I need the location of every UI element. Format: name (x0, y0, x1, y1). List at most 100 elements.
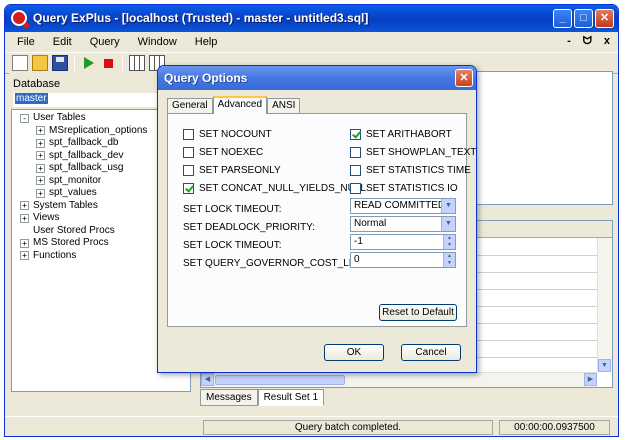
expand-icon[interactable]: + (36, 138, 45, 148)
menu-edit[interactable]: Edit (44, 34, 81, 50)
status-elapsed-time: 00:00:00.0937500 (499, 420, 610, 435)
menu-query[interactable]: Query (81, 34, 129, 50)
tree-item-label: User Stored Procs (33, 224, 115, 236)
menu-window[interactable]: Window (129, 34, 186, 50)
scroll-down-icon[interactable]: ▼ (598, 359, 611, 372)
set-arithabort-checkbox[interactable] (350, 129, 361, 140)
tree-item-label: spt_fallback_dev (49, 149, 124, 161)
deadlock-priority-select[interactable]: Normal ▼ (350, 216, 456, 232)
set-nocount-option[interactable]: SET NOCOUNT (183, 128, 272, 141)
ok-button[interactable]: OK (324, 344, 384, 361)
menu-help[interactable]: Help (186, 34, 227, 50)
expand-icon[interactable]: + (36, 188, 45, 198)
chevron-down-icon[interactable]: ▼ (441, 217, 455, 231)
dialog-tabs: General Advanced ANSI (167, 96, 301, 114)
tree-item-label: spt_fallback_db (49, 137, 119, 148)
dialog-title: Query Options (164, 71, 248, 85)
cancel-button[interactable]: Cancel (401, 344, 461, 361)
spin-buttons[interactable]: ▲ ▼ (443, 253, 455, 267)
query-governor-label: SET QUERY_GOVERNOR_COST_LIMIT: (183, 258, 371, 269)
grid-results-icon[interactable] (129, 55, 145, 71)
stop-icon[interactable] (104, 58, 113, 68)
query-governor-spinner[interactable]: 0 ▲ ▼ (350, 252, 456, 268)
tab-ansi[interactable]: ANSI (267, 98, 301, 114)
isolation-level-select[interactable]: READ COMMITTED ▼ (350, 198, 456, 214)
deadlock-priority-label: SET DEADLOCK_PRIORITY: (183, 222, 316, 233)
toolbar-separator (74, 55, 75, 71)
set-showplan-checkbox[interactable] (350, 147, 361, 158)
expand-icon[interactable]: + (36, 151, 45, 161)
set-statistics-time-label: SET STATISTICS TIME (366, 165, 471, 176)
set-concat-null-checkbox[interactable] (183, 183, 194, 194)
set-arithabort-label: SET ARITHABORT (366, 129, 452, 140)
vertical-scrollbar[interactable]: ▼ (597, 238, 612, 372)
expand-icon[interactable]: + (20, 201, 29, 211)
chevron-down-icon[interactable]: ▼ (441, 199, 455, 213)
tree-item-label: spt_values (49, 187, 97, 198)
expand-icon[interactable]: + (36, 163, 45, 173)
set-parseonly-option[interactable]: SET PARSEONLY (183, 164, 281, 177)
spin-buttons[interactable]: ▲ ▼ (443, 235, 455, 249)
lock-timeout-value: -1 (354, 236, 363, 247)
set-concat-null-option[interactable]: SET CONCAT_NULL_YIELDS_NULL (183, 182, 366, 195)
tab-messages[interactable]: Messages (200, 389, 258, 406)
tab-general[interactable]: General (167, 98, 213, 114)
tree-item-label: spt_fallback_usg (49, 162, 124, 173)
dialog-title-bar[interactable]: Query Options ✕ (158, 66, 476, 90)
isolation-level-value: READ COMMITTED (354, 200, 446, 211)
new-file-icon[interactable] (12, 55, 28, 71)
set-statistics-time-checkbox[interactable] (350, 165, 361, 176)
close-button[interactable]: ✕ (595, 9, 614, 28)
spin-down-icon[interactable]: ▼ (443, 242, 455, 249)
set-statistics-io-checkbox[interactable] (350, 183, 361, 194)
spin-up-icon[interactable]: ▲ (443, 235, 455, 242)
mdi-restore-button[interactable]: ᗢ (583, 35, 592, 48)
set-concat-null-label: SET CONCAT_NULL_YIELDS_NULL (199, 183, 366, 194)
dialog-close-button[interactable]: ✕ (455, 69, 473, 87)
title-bar[interactable]: Query ExPlus - [localhost (Trusted) - ma… (5, 5, 618, 32)
expand-icon[interactable]: + (20, 251, 29, 261)
scroll-left-icon[interactable]: ◀ (201, 373, 214, 386)
spin-down-icon[interactable]: ▼ (443, 260, 455, 267)
set-showplan-label: SET SHOWPLAN_TEXT (366, 147, 477, 158)
set-nocount-checkbox[interactable] (183, 129, 194, 140)
set-showplan-option[interactable]: SET SHOWPLAN_TEXT (350, 146, 476, 159)
result-tabs: Messages Result Set 1 (200, 389, 325, 406)
expand-icon[interactable]: + (20, 213, 29, 223)
tab-advanced[interactable]: Advanced (212, 96, 268, 114)
maximize-button[interactable]: □ (574, 9, 593, 28)
tree-item-label: MS Stored Procs (33, 237, 109, 248)
set-parseonly-checkbox[interactable] (183, 165, 194, 176)
scroll-thumb[interactable] (215, 375, 345, 385)
mdi-controls: - ᗢ x (567, 35, 610, 48)
mdi-minimize-button[interactable]: - (567, 35, 571, 48)
run-icon[interactable] (84, 57, 94, 69)
reset-to-default-button[interactable]: Reset to Default (379, 304, 457, 321)
toolbar-separator (122, 55, 123, 71)
menu-file[interactable]: File (8, 34, 44, 50)
tree-item-label: System Tables (33, 199, 98, 211)
save-icon[interactable] (52, 55, 68, 71)
tab-result-set-1[interactable]: Result Set 1 (257, 389, 325, 406)
expand-icon[interactable]: + (20, 238, 29, 248)
collapse-icon[interactable]: - (20, 113, 29, 123)
set-statistics-io-option[interactable]: SET STATISTICS IO (350, 182, 458, 195)
mdi-close-button[interactable]: x (604, 35, 610, 48)
expand-icon[interactable]: + (36, 176, 45, 186)
tree-item-label: Views (33, 212, 60, 223)
lock-timeout-spinner[interactable]: -1 ▲ ▼ (350, 234, 456, 250)
database-value: master (15, 93, 48, 104)
scroll-right-icon[interactable]: ▶ (584, 373, 597, 386)
set-arithabort-option[interactable]: SET ARITHABORT (350, 128, 452, 141)
open-folder-icon[interactable] (32, 55, 48, 71)
minimize-button[interactable]: _ (553, 9, 572, 28)
spin-up-icon[interactable]: ▲ (443, 253, 455, 260)
set-statistics-io-label: SET STATISTICS IO (366, 183, 458, 194)
menu-bar: File Edit Query Window Help (5, 32, 618, 51)
expand-icon[interactable]: + (36, 126, 45, 136)
set-statistics-time-option[interactable]: SET STATISTICS TIME (350, 164, 471, 177)
set-noexec-option[interactable]: SET NOEXEC (183, 146, 263, 159)
set-noexec-checkbox[interactable] (183, 147, 194, 158)
horizontal-scrollbar[interactable]: ◀ ▶ (201, 372, 597, 387)
tree-item-label: User Tables (33, 112, 86, 123)
